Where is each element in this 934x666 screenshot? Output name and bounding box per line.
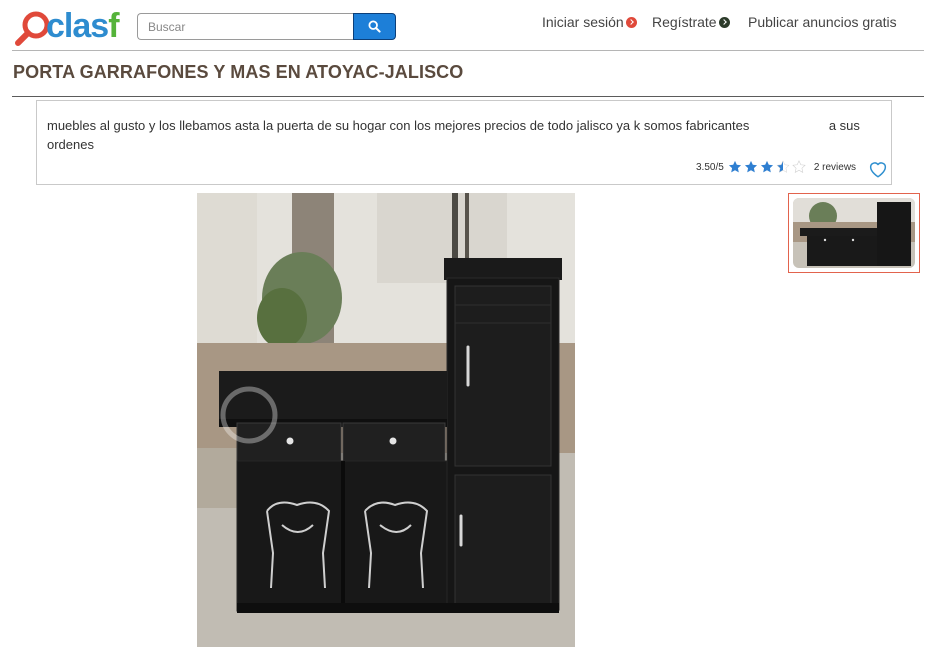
rating-value: 3.50/5 bbox=[696, 161, 724, 173]
description-box: muebles al gusto y los llebamos asta la … bbox=[36, 100, 892, 185]
thumbnail-1[interactable] bbox=[788, 193, 920, 273]
search-button[interactable] bbox=[353, 13, 396, 40]
search-icon bbox=[368, 20, 381, 33]
star-full-icon bbox=[728, 160, 741, 173]
main-listing-photo[interactable] bbox=[197, 193, 575, 647]
clasf-logo[interactable]: clasf bbox=[14, 8, 132, 46]
page-title: PORTA GARRAFONES Y MAS EN ATOYAC-JALISCO bbox=[13, 62, 464, 82]
publish-label: Publicar anuncios gratis bbox=[748, 14, 897, 30]
star-full-icon bbox=[760, 160, 773, 173]
publish-ad-link[interactable]: Publicar anuncios gratis bbox=[748, 14, 897, 30]
listing-description: muebles al gusto y los llebamos asta la … bbox=[47, 118, 864, 152]
star-empty-icon bbox=[792, 160, 806, 173]
chevron-right-icon bbox=[718, 16, 730, 28]
search-input[interactable] bbox=[137, 13, 354, 40]
rating: 3.50/5 2 reviews bbox=[696, 160, 856, 174]
title-divider bbox=[12, 96, 924, 97]
reviews-count: 2 reviews bbox=[813, 161, 857, 173]
rating-stars bbox=[728, 160, 808, 174]
login-link[interactable]: Iniciar sesión bbox=[542, 14, 637, 30]
star-half-icon bbox=[776, 160, 790, 173]
login-label: Iniciar sesión bbox=[542, 14, 624, 30]
star-full-icon bbox=[744, 160, 757, 173]
product-image bbox=[197, 193, 575, 647]
register-link[interactable]: Regístrate bbox=[652, 14, 730, 30]
chevron-right-icon bbox=[625, 16, 637, 28]
thumbnail-image bbox=[793, 198, 915, 268]
search-bar bbox=[137, 13, 396, 40]
header-divider bbox=[12, 50, 924, 51]
heart-icon[interactable] bbox=[868, 160, 888, 178]
logo-text: clasf bbox=[46, 7, 120, 45]
register-label: Regístrate bbox=[652, 14, 717, 30]
